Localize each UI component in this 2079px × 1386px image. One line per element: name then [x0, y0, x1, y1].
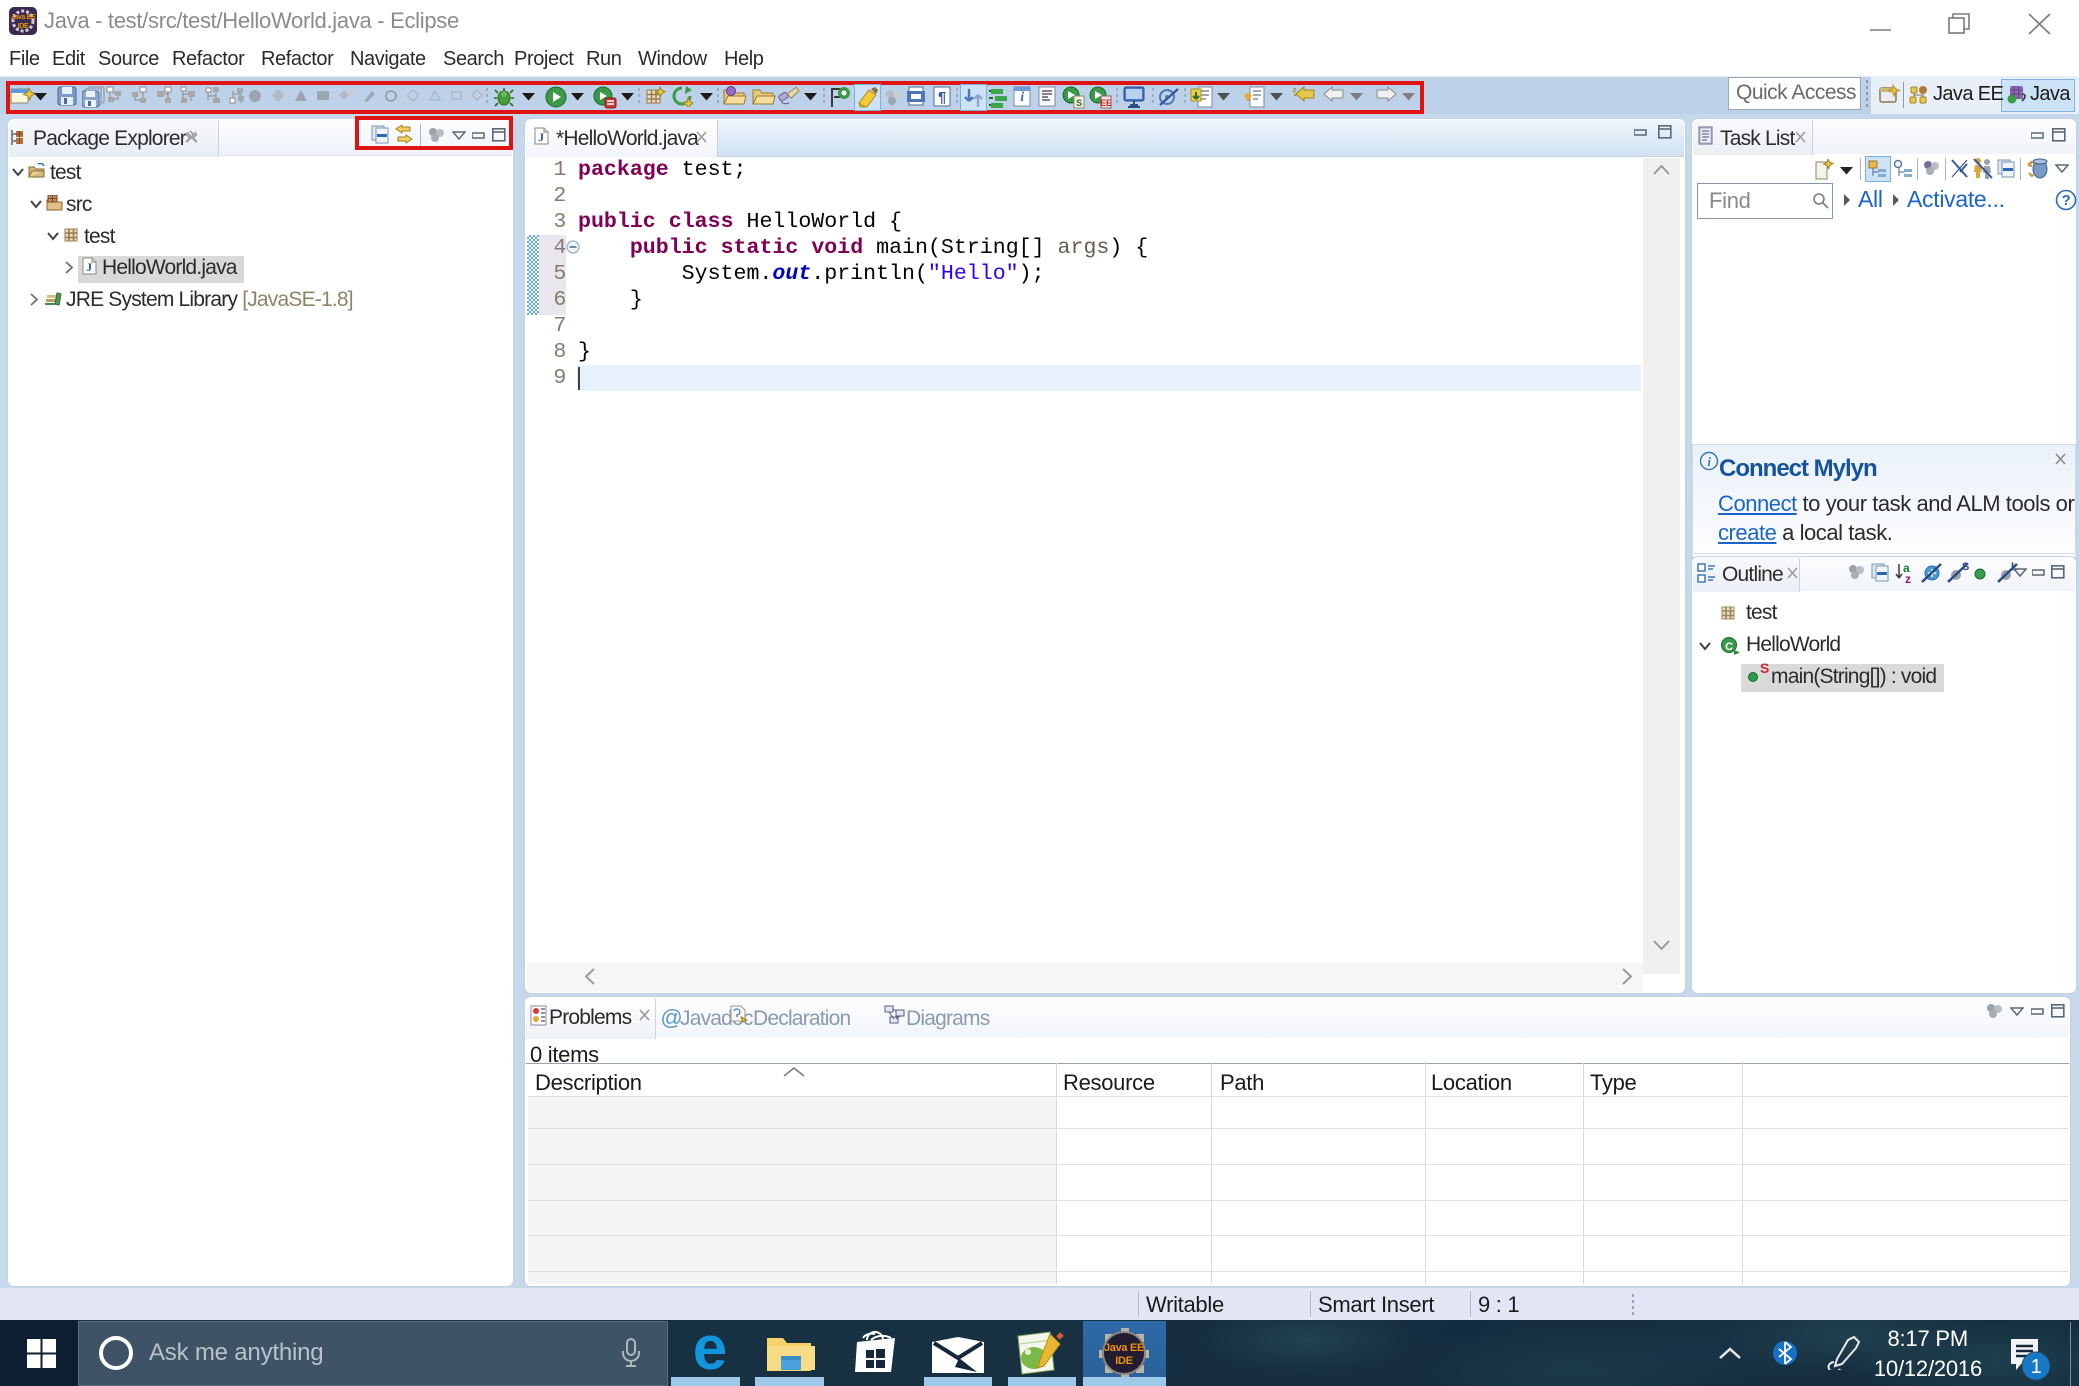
svg-text:C: C	[1725, 641, 1733, 653]
svg-text:z: z	[1905, 572, 1911, 584]
svg-text:Java EE: Java EE	[1104, 1342, 1144, 1354]
svg-text:IDE: IDE	[18, 23, 29, 30]
svg-text:IDE: IDE	[1115, 1355, 1132, 1367]
svg-text:EE: EE	[1100, 98, 1112, 108]
svg-text:Java EE: Java EE	[11, 14, 36, 21]
svg-text:J: J	[86, 260, 92, 274]
svg-text:S: S	[1076, 98, 1082, 108]
svg-text:i: i	[1707, 454, 1711, 469]
svg-text:1: 1	[2031, 1356, 2042, 1378]
svg-text:¶: ¶	[938, 89, 946, 106]
svg-text:?: ?	[2062, 192, 2071, 209]
svg-text:J: J	[538, 130, 544, 144]
svg-text:i: i	[1020, 90, 1024, 105]
